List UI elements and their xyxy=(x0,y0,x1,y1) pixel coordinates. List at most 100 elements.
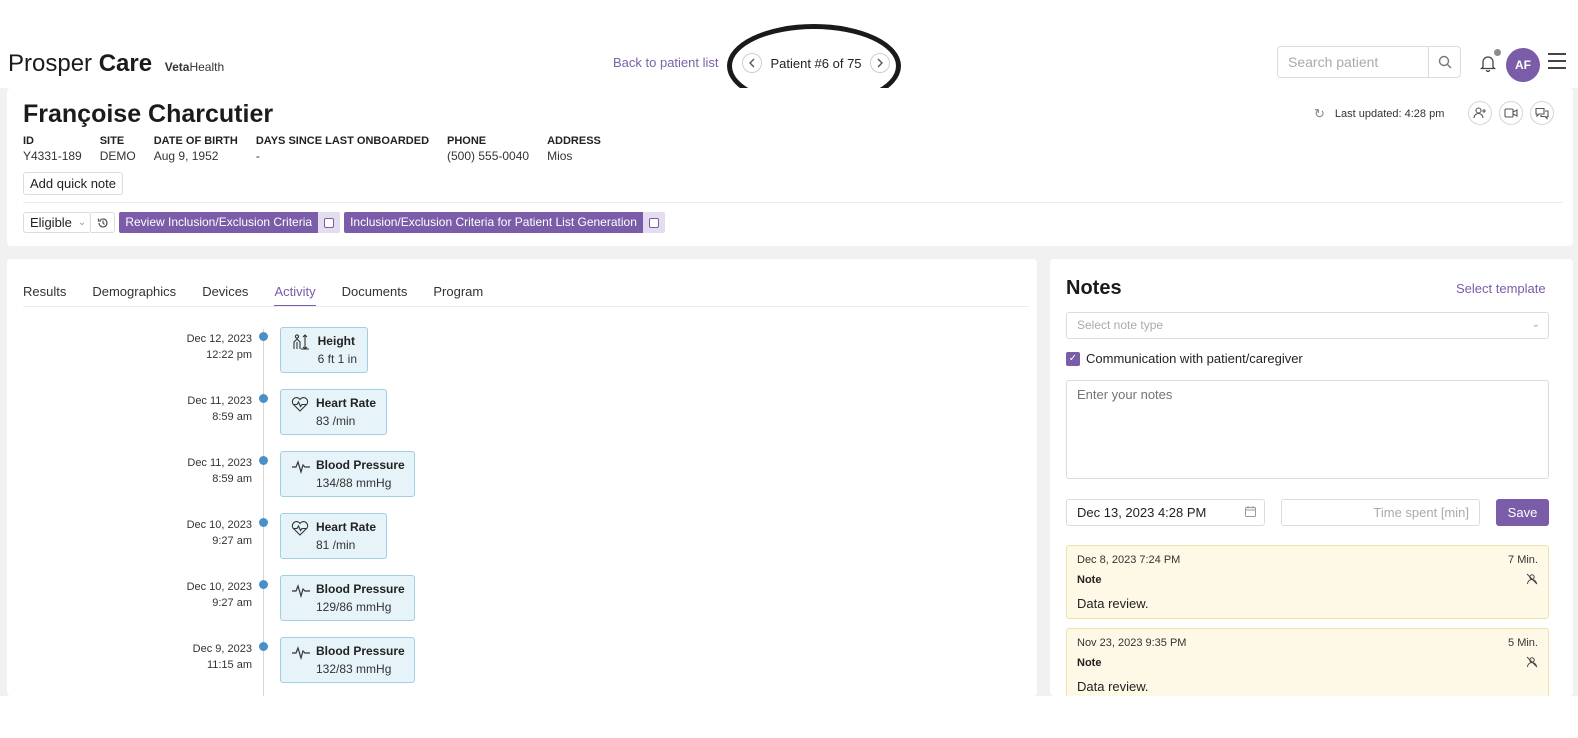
communication-checkbox-row[interactable]: ✓ Communication with patient/caregiver xyxy=(1066,351,1303,366)
note-minutes: 7 Min. xyxy=(1508,554,1538,566)
next-patient-button[interactable] xyxy=(869,53,890,73)
status-history-button[interactable] xyxy=(91,212,116,233)
timeline-dot xyxy=(259,642,268,651)
blood-pressure-icon xyxy=(291,582,311,620)
top-bar: Prosper Care VetaHealth Back to patient … xyxy=(0,24,1578,108)
criteria-tag: Inclusion/Exclusion Criteria for Patient… xyxy=(344,212,665,233)
note-minutes: 5 Min. xyxy=(1508,637,1538,649)
note-type-select[interactable]: Select note type ⌄ xyxy=(1066,312,1549,339)
activity-card[interactable]: Blood Pressure 134/88 mmHg xyxy=(280,451,415,497)
height-icon xyxy=(291,334,313,372)
checkbox-checked-icon[interactable]: ✓ xyxy=(1066,351,1080,366)
entry-date: Dec 9, 2023 11:15 am xyxy=(192,643,252,671)
brand-bold: Care xyxy=(98,50,153,77)
heart-rate-icon xyxy=(291,396,311,434)
blood-pressure-icon xyxy=(291,458,311,496)
blood-pressure-icon xyxy=(291,644,311,682)
entry-title: Heart Rate xyxy=(315,396,376,410)
note-date-input[interactable]: Dec 13, 2023 4:28 PM xyxy=(1066,499,1265,526)
tag-checkbox[interactable] xyxy=(318,212,341,233)
activity-card[interactable]: Blood Pressure 129/86 mmHg xyxy=(280,575,415,621)
field-address: ADDRESS Mios xyxy=(547,135,601,163)
field-site: SITE DEMO xyxy=(99,135,136,163)
no-communication-icon xyxy=(1526,655,1538,668)
activity-card[interactable]: Height 6 ft 1 in xyxy=(280,327,368,373)
add-quick-note-button[interactable]: Add quick note xyxy=(23,172,124,195)
back-to-patient-list-link[interactable]: Back to patient list xyxy=(613,55,719,70)
notifications-button[interactable] xyxy=(1479,48,1502,73)
search-button[interactable] xyxy=(1428,47,1460,77)
patient-fields: ID Y4331-189 SITE DEMO DATE OF BIRTH Aug 9,… xyxy=(23,135,619,163)
previous-patient-button[interactable] xyxy=(742,53,763,73)
tab-program[interactable]: Program xyxy=(433,284,483,307)
entry-date: Dec 11, 2023 8:59 am xyxy=(187,395,252,423)
tag-checkbox[interactable] xyxy=(642,212,665,233)
time-spent-input[interactable]: Time spent [min] xyxy=(1281,499,1480,526)
search-box xyxy=(1277,46,1461,78)
pager-label: Patient #6 of 75 xyxy=(770,55,862,71)
user-avatar[interactable]: AF xyxy=(1506,48,1540,82)
note-body: Data review. xyxy=(1077,679,1149,694)
chat-button[interactable] xyxy=(1530,101,1554,125)
entry-title: Blood Pressure xyxy=(316,582,405,596)
video-call-button[interactable] xyxy=(1499,101,1523,125)
add-caregiver-button[interactable] xyxy=(1468,101,1492,125)
brand-sub: VetaHealth xyxy=(164,60,225,74)
search-icon xyxy=(1438,55,1451,69)
status-value: Eligible xyxy=(30,215,72,230)
patient-header-card: Françoise Charcutier ID Y4331-189 SITE DEM… xyxy=(7,88,1573,246)
chat-icon xyxy=(1535,107,1549,120)
timeline-dot xyxy=(259,580,268,589)
entry-value: 129/86 mmHg xyxy=(316,600,392,614)
field-phone: PHONE (500) 555-0040 xyxy=(447,135,530,163)
activity-entry: Dec 11, 2023 8:59 am Heart Rate 83 /min xyxy=(7,389,1037,435)
search-input[interactable] xyxy=(1278,47,1428,77)
save-button[interactable]: Save xyxy=(1496,499,1549,526)
notes-panel: Notes Select template Select note type ⌄… xyxy=(1050,259,1573,696)
tab-results[interactable]: Results xyxy=(23,284,66,307)
field-days-since-onboarded: DAYS SINCE LAST ONBOARDED - xyxy=(255,135,430,163)
entry-date: Dec 12, 2023 12:22 pm xyxy=(186,333,252,361)
entry-date: Dec 11, 2023 8:59 am xyxy=(187,457,252,485)
field-date-of-birth: DATE OF BIRTH Aug 9, 1952 xyxy=(153,135,238,163)
select-template-link[interactable]: Select template xyxy=(1456,281,1546,296)
hamburger-menu-icon[interactable] xyxy=(1548,53,1566,69)
tab-demographics[interactable]: Demographics xyxy=(92,284,176,307)
entry-value: 132/83 mmHg xyxy=(316,662,392,676)
timeline-dot xyxy=(259,456,268,465)
note-history-card[interactable]: Dec 8, 2023 7:24 PM 7 Min. Note Data rev… xyxy=(1066,545,1549,619)
tab-devices[interactable]: Devices xyxy=(202,284,248,307)
status-select[interactable]: Eligible ⌄ xyxy=(23,212,92,233)
history-icon xyxy=(97,217,108,228)
note-history-card[interactable]: Nov 23, 2023 9:35 PM 5 Min. Note Data re… xyxy=(1066,628,1549,696)
activity-card[interactable]: Heart Rate 81 /min xyxy=(280,513,387,559)
patient-actions xyxy=(1468,101,1554,125)
notes-textarea[interactable] xyxy=(1066,380,1549,479)
note-date-value: Dec 13, 2023 4:28 PM xyxy=(1077,505,1207,520)
add-person-icon xyxy=(1473,107,1486,119)
calendar-icon[interactable] xyxy=(1245,506,1256,520)
activity-panel: Results Demographics Devices Activity Do… xyxy=(7,259,1037,696)
activity-entry: Dec 12, 2023 12:22 pm Height 6 ft 1 in xyxy=(7,327,1037,373)
brand-logo[interactable]: Prosper Care VetaHealth xyxy=(8,50,224,78)
entry-value: 134/88 mmHg xyxy=(316,476,392,490)
field-id: ID Y4331-189 xyxy=(23,135,82,163)
no-communication-icon xyxy=(1526,572,1538,585)
entry-title: Heart Rate xyxy=(315,520,376,534)
activity-entry: Dec 11, 2023 8:59 am Blood Pressure 134/88… xyxy=(7,451,1037,497)
note-type-placeholder: Select note type xyxy=(1077,318,1164,332)
refresh-icon[interactable]: ↻ xyxy=(1314,106,1325,122)
tab-activity[interactable]: Activity xyxy=(274,284,316,307)
activity-card[interactable]: Blood Pressure 132/83 mmHg xyxy=(280,637,415,683)
tab-documents[interactable]: Documents xyxy=(342,284,408,307)
activity-card[interactable]: Heart Rate 83 /min xyxy=(280,389,387,435)
entry-title: Blood Pressure xyxy=(316,458,405,472)
note-type: Note xyxy=(1077,574,1102,586)
entry-date: Dec 10, 2023 9:27 am xyxy=(186,519,252,547)
note-body: Data review. xyxy=(1077,596,1149,611)
notes-content: Notes Select template Select note type ⌄… xyxy=(1050,259,1565,696)
patient-pager: Patient #6 of 75 xyxy=(730,38,902,88)
chevron-right-icon xyxy=(877,58,883,68)
chevron-down-icon: ⌄ xyxy=(1531,319,1540,330)
tag-label: Review Inclusion/Exclusion Criteria xyxy=(119,212,319,233)
